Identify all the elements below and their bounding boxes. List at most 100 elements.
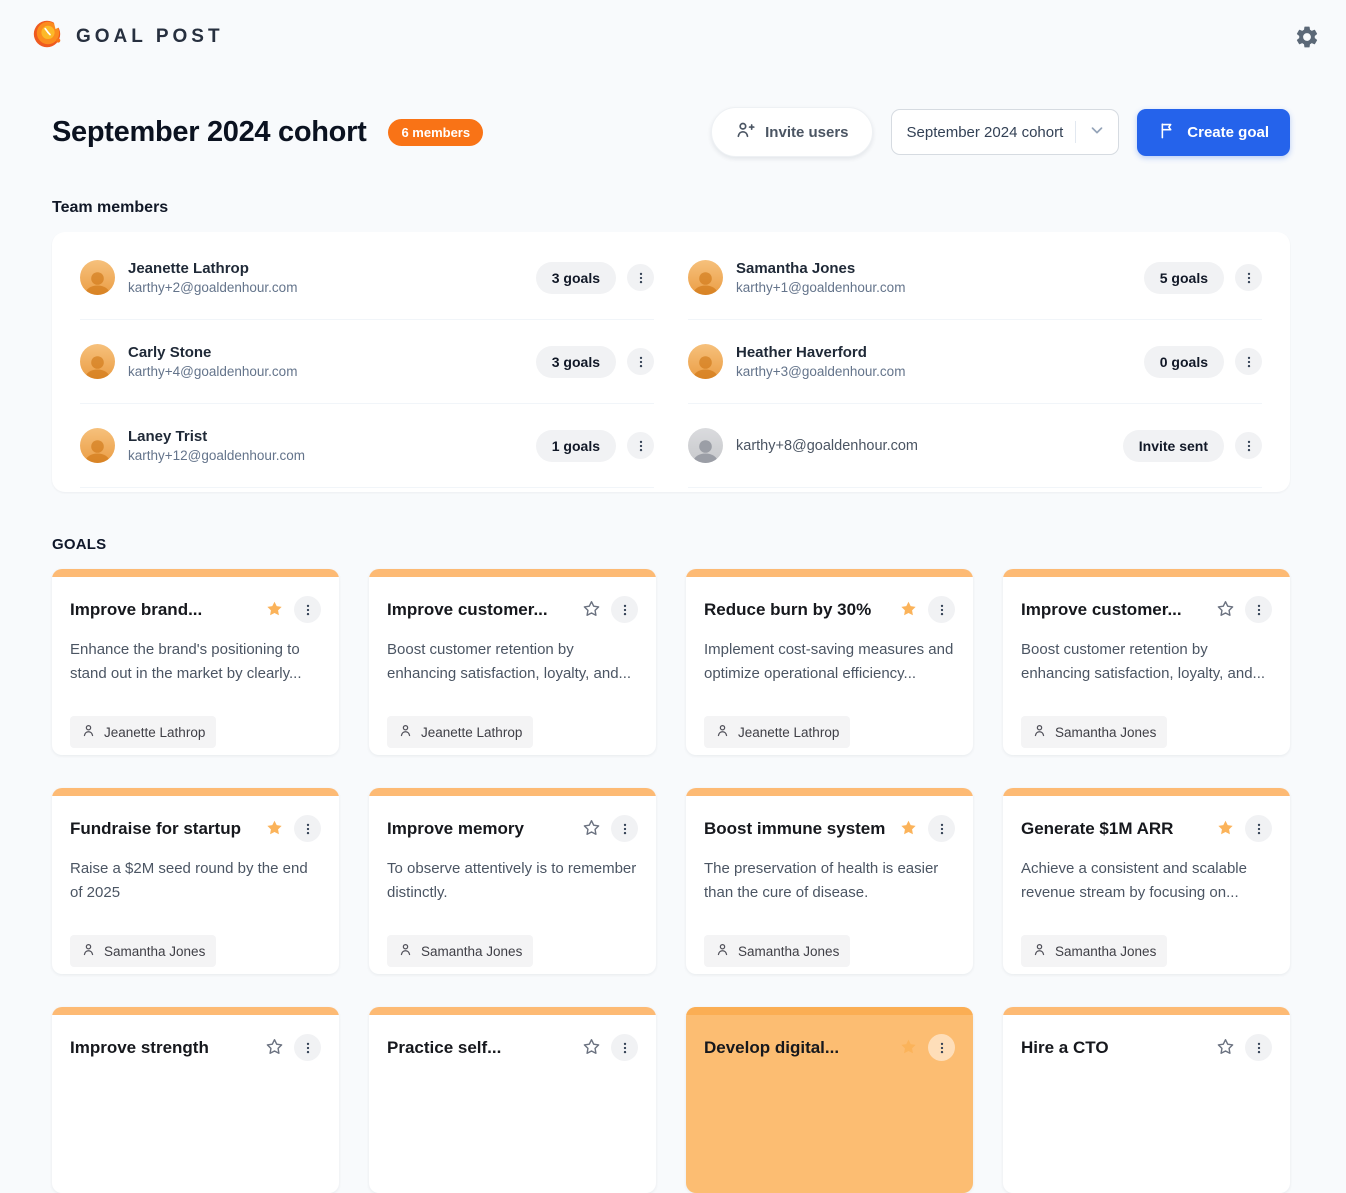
goal-card[interactable]: Improve strength (52, 1007, 339, 1193)
goal-card-body: Improve customer... (369, 577, 656, 755)
goal-card-header: Improve brand... (70, 596, 321, 623)
member-email: karthy+12@goaldenhour.com (128, 448, 305, 463)
person-icon (715, 942, 730, 960)
person-icon (1032, 723, 1047, 741)
star-outline-icon[interactable] (581, 1037, 602, 1058)
star-outline-icon[interactable] (581, 599, 602, 620)
goal-card-body: Develop digital... (686, 1015, 973, 1077)
member-info: Carly Stone karthy+4@goaldenhour.com (128, 344, 297, 379)
star-outline-icon[interactable] (264, 1037, 285, 1058)
kebab-menu-icon[interactable] (294, 596, 321, 623)
invite-users-button[interactable]: Invite users (711, 107, 872, 157)
goal-description: Enhance the brand's positioning to stand… (70, 638, 321, 686)
kebab-menu-icon[interactable] (294, 1034, 321, 1061)
kebab-menu-icon[interactable] (928, 815, 955, 842)
member-name: Heather Haverford (736, 344, 905, 361)
kebab-menu-icon[interactable] (294, 815, 321, 842)
goal-card[interactable]: Fundraise for startup (52, 788, 339, 974)
goal-card-accent-bar (52, 788, 339, 796)
member-row-actions: 1 goals (536, 430, 654, 462)
goal-assignee-name: Samantha Jones (738, 944, 839, 959)
goal-title: Fundraise for startup (70, 819, 255, 839)
star-outline-icon[interactable] (1215, 1037, 1236, 1058)
kebab-menu-icon[interactable] (1245, 1034, 1272, 1061)
goal-card-accent-bar (52, 1007, 339, 1015)
member-info: Heather Haverford karthy+3@goaldenhour.c… (736, 344, 905, 379)
kebab-menu-icon[interactable] (1235, 348, 1262, 375)
star-icon[interactable] (898, 599, 919, 620)
member-info: Samantha Jones karthy+1@goaldenhour.com (736, 260, 905, 295)
kebab-menu-icon[interactable] (1245, 815, 1272, 842)
invite-users-label: Invite users (765, 124, 848, 141)
goal-card[interactable]: Improve brand... Enh (52, 569, 339, 755)
member-info: Laney Trist karthy+12@goaldenhour.com (128, 428, 305, 463)
kebab-menu-icon[interactable] (627, 264, 654, 291)
member-row-actions: 3 goals (536, 262, 654, 294)
goal-card-accent-bar (1003, 788, 1290, 796)
goal-card-accent-bar (686, 1007, 973, 1015)
kebab-menu-icon[interactable] (627, 432, 654, 459)
member-avatar (80, 344, 115, 379)
star-icon[interactable] (264, 818, 285, 839)
goal-card[interactable]: Improve customer... (1003, 569, 1290, 755)
kebab-menu-icon[interactable] (928, 596, 955, 623)
goal-assignee-chip: Samantha Jones (1021, 716, 1167, 748)
cohort-select[interactable]: September 2024 cohort (891, 109, 1120, 155)
star-icon[interactable] (898, 818, 919, 839)
goal-assignee-chip: Samantha Jones (1021, 935, 1167, 967)
create-goal-button[interactable]: Create goal (1137, 109, 1290, 156)
brand: GOAL POST (32, 19, 224, 54)
settings-gear-icon[interactable] (1294, 24, 1320, 50)
goal-card[interactable]: Improve memory To ob (369, 788, 656, 974)
goal-card-accent-bar (369, 788, 656, 796)
member-email: karthy+4@goaldenhour.com (128, 364, 297, 379)
member-row: karthy+8@goaldenhour.com Invite sent (688, 404, 1262, 488)
member-avatar (688, 344, 723, 379)
member-avatar (688, 260, 723, 295)
goal-card-header: Fundraise for startup (70, 815, 321, 842)
goal-card-body: Generate $1M ARR Ach (1003, 796, 1290, 974)
member-row-actions: 3 goals (536, 346, 654, 378)
member-email: karthy+3@goaldenhour.com (736, 364, 905, 379)
goal-card[interactable]: Improve customer... (369, 569, 656, 755)
goal-card[interactable]: Practice self... (369, 1007, 656, 1193)
goal-assignee-chip: Samantha Jones (70, 935, 216, 967)
kebab-menu-icon[interactable] (627, 348, 654, 375)
goal-card-accent-bar (52, 569, 339, 577)
person-icon (1032, 942, 1047, 960)
goal-assignee-name: Samantha Jones (104, 944, 205, 959)
main-content: September 2024 cohort 6 members Invite u… (0, 107, 1346, 1193)
member-name: Laney Trist (128, 428, 305, 445)
goal-card[interactable]: Generate $1M ARR Ach (1003, 788, 1290, 974)
member-goals-badge: 1 goals (536, 430, 616, 462)
star-outline-icon[interactable] (581, 818, 602, 839)
goal-title: Generate $1M ARR (1021, 819, 1206, 839)
goal-card-accent-bar (369, 569, 656, 577)
kebab-menu-icon[interactable] (1245, 596, 1272, 623)
kebab-menu-icon[interactable] (611, 1034, 638, 1061)
goal-card-accent-bar (1003, 1007, 1290, 1015)
goal-assignee-name: Jeanette Lathrop (738, 725, 839, 740)
goal-card[interactable]: Develop digital... (686, 1007, 973, 1193)
goal-assignee-chip: Samantha Jones (387, 935, 533, 967)
goal-card-accent-bar (686, 788, 973, 796)
star-icon[interactable] (264, 599, 285, 620)
team-members-heading: Team members (52, 199, 1290, 217)
goal-card[interactable]: Reduce burn by 30% I (686, 569, 973, 755)
member-row: Heather Haverford karthy+3@goaldenhour.c… (688, 320, 1262, 404)
member-email: karthy+8@goaldenhour.com (736, 438, 918, 454)
star-icon[interactable] (898, 1037, 919, 1058)
star-icon[interactable] (1215, 818, 1236, 839)
goalpost-clock-logo-icon (32, 19, 62, 54)
goal-card-accent-bar (1003, 569, 1290, 577)
kebab-menu-icon[interactable] (1235, 264, 1262, 291)
star-outline-icon[interactable] (1215, 599, 1236, 620)
member-avatar (80, 428, 115, 463)
goal-card-header: Improve customer... (1021, 596, 1272, 623)
goal-card[interactable]: Hire a CTO (1003, 1007, 1290, 1193)
kebab-menu-icon[interactable] (611, 596, 638, 623)
kebab-menu-icon[interactable] (611, 815, 638, 842)
kebab-menu-icon[interactable] (928, 1034, 955, 1061)
kebab-menu-icon[interactable] (1235, 432, 1262, 459)
goal-card[interactable]: Boost immune system (686, 788, 973, 974)
